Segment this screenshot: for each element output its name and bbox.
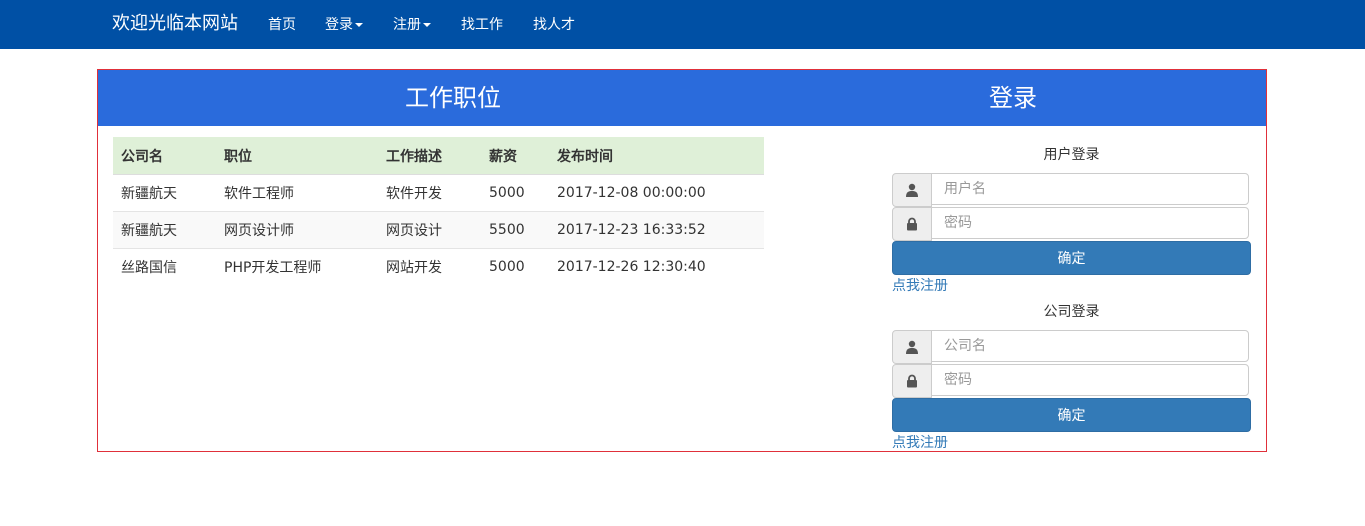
nav-item-label: 注册: [393, 17, 421, 33]
lock-icon: [892, 207, 932, 241]
panel-header: 工作职位 登录: [98, 70, 1266, 126]
user-login-submit-button[interactable]: 确定: [892, 241, 1251, 275]
cell-salary: 5500: [481, 211, 549, 249]
cell-publish-time: 2017-12-23 16:33:52: [549, 211, 764, 249]
username-input[interactable]: [931, 173, 1249, 205]
cell-description: 网站开发: [386, 260, 442, 276]
nav-item-label: 登录: [325, 17, 353, 33]
cell-company: 丝路国信: [121, 260, 177, 276]
cell-publish-time: 2017-12-26 12:30:40: [557, 259, 706, 275]
user-icon: [892, 330, 932, 364]
cell-position: 网页设计师: [216, 211, 378, 249]
cell-salary: 5000: [481, 174, 549, 212]
column-header-salary: 薪资: [481, 137, 549, 175]
jobs-table: 公司名 职位 工作描述 薪资 发布时间 新疆航天 软件工程师 软件开发 5000…: [113, 137, 764, 285]
jobs-panel-title: 工作职位: [405, 84, 501, 112]
cell-company: 新疆航天: [113, 174, 216, 212]
company-password-input-group: [892, 364, 1251, 398]
nav-item-find-job[interactable]: 找工作: [461, 15, 503, 35]
navbar: 欢迎光临本网站 首页 登录 注册 找工作 找人才: [0, 0, 1365, 49]
cell-company: 新疆航天: [113, 211, 216, 249]
column-header-description: 工作描述: [378, 137, 481, 175]
nav-item-label: 找工作: [461, 17, 503, 33]
cell-position: PHP开发工程师: [224, 260, 322, 276]
table-header-row: 公司名 职位 工作描述 薪资 发布时间: [113, 137, 764, 175]
company-name-input-group: [892, 330, 1251, 364]
nav-item-find-talent[interactable]: 找人才: [533, 15, 575, 35]
cell-description: 软件开发: [378, 174, 481, 212]
table-row: 新疆航天 软件工程师 软件开发 5000 2017-12-08 00:00:00: [113, 174, 764, 212]
nav-item-register-dropdown[interactable]: 注册: [393, 15, 431, 35]
table-row: 丝路国信 PHP开发工程师 网站开发 5000 2017-12-26 12:30…: [113, 249, 764, 286]
company-name-input[interactable]: [931, 330, 1249, 362]
company-register-link[interactable]: 点我注册: [892, 433, 948, 453]
user-icon: [892, 173, 932, 207]
nav-item-label: 找人才: [533, 17, 575, 33]
column-header-company: 公司名: [113, 137, 216, 175]
site-brand[interactable]: 欢迎光临本网站: [112, 12, 238, 36]
column-header-publish-time: 发布时间: [549, 137, 764, 175]
user-login-title: 用户登录: [1043, 147, 1100, 163]
company-login-form: 公司登录 确定 点我注册: [892, 302, 1251, 453]
caret-down-icon: [355, 23, 363, 27]
cell-publish-time: 2017-12-08 00:00:00: [549, 174, 764, 212]
password-input-group: [892, 207, 1251, 241]
lock-icon: [892, 364, 932, 398]
company-password-input[interactable]: [931, 364, 1249, 396]
nav-item-login-dropdown[interactable]: 登录: [325, 15, 363, 35]
cell-position: 软件工程师: [216, 174, 378, 212]
table-row: 新疆航天 网页设计师 网页设计 5500 2017-12-23 16:33:52: [113, 211, 764, 249]
nav-item-label: 首页: [268, 17, 296, 33]
company-login-title: 公司登录: [1043, 304, 1100, 320]
caret-down-icon: [423, 23, 431, 27]
user-register-link[interactable]: 点我注册: [892, 276, 948, 296]
cell-salary: 5000: [489, 259, 525, 275]
company-login-submit-button[interactable]: 确定: [892, 398, 1251, 432]
column-header-position: 职位: [216, 137, 378, 175]
cell-description: 网页设计: [378, 211, 481, 249]
nav-item-home[interactable]: 首页: [268, 15, 296, 35]
login-panel-title: 登录: [989, 84, 1037, 112]
main-panel: 工作职位 登录 公司名 职位 工作描述 薪资 发布时间 新疆航天 软件工程师 软…: [97, 69, 1267, 452]
password-input[interactable]: [931, 207, 1249, 239]
user-login-form: 用户登录 确定 点我注册: [892, 145, 1251, 296]
username-input-group: [892, 173, 1251, 207]
